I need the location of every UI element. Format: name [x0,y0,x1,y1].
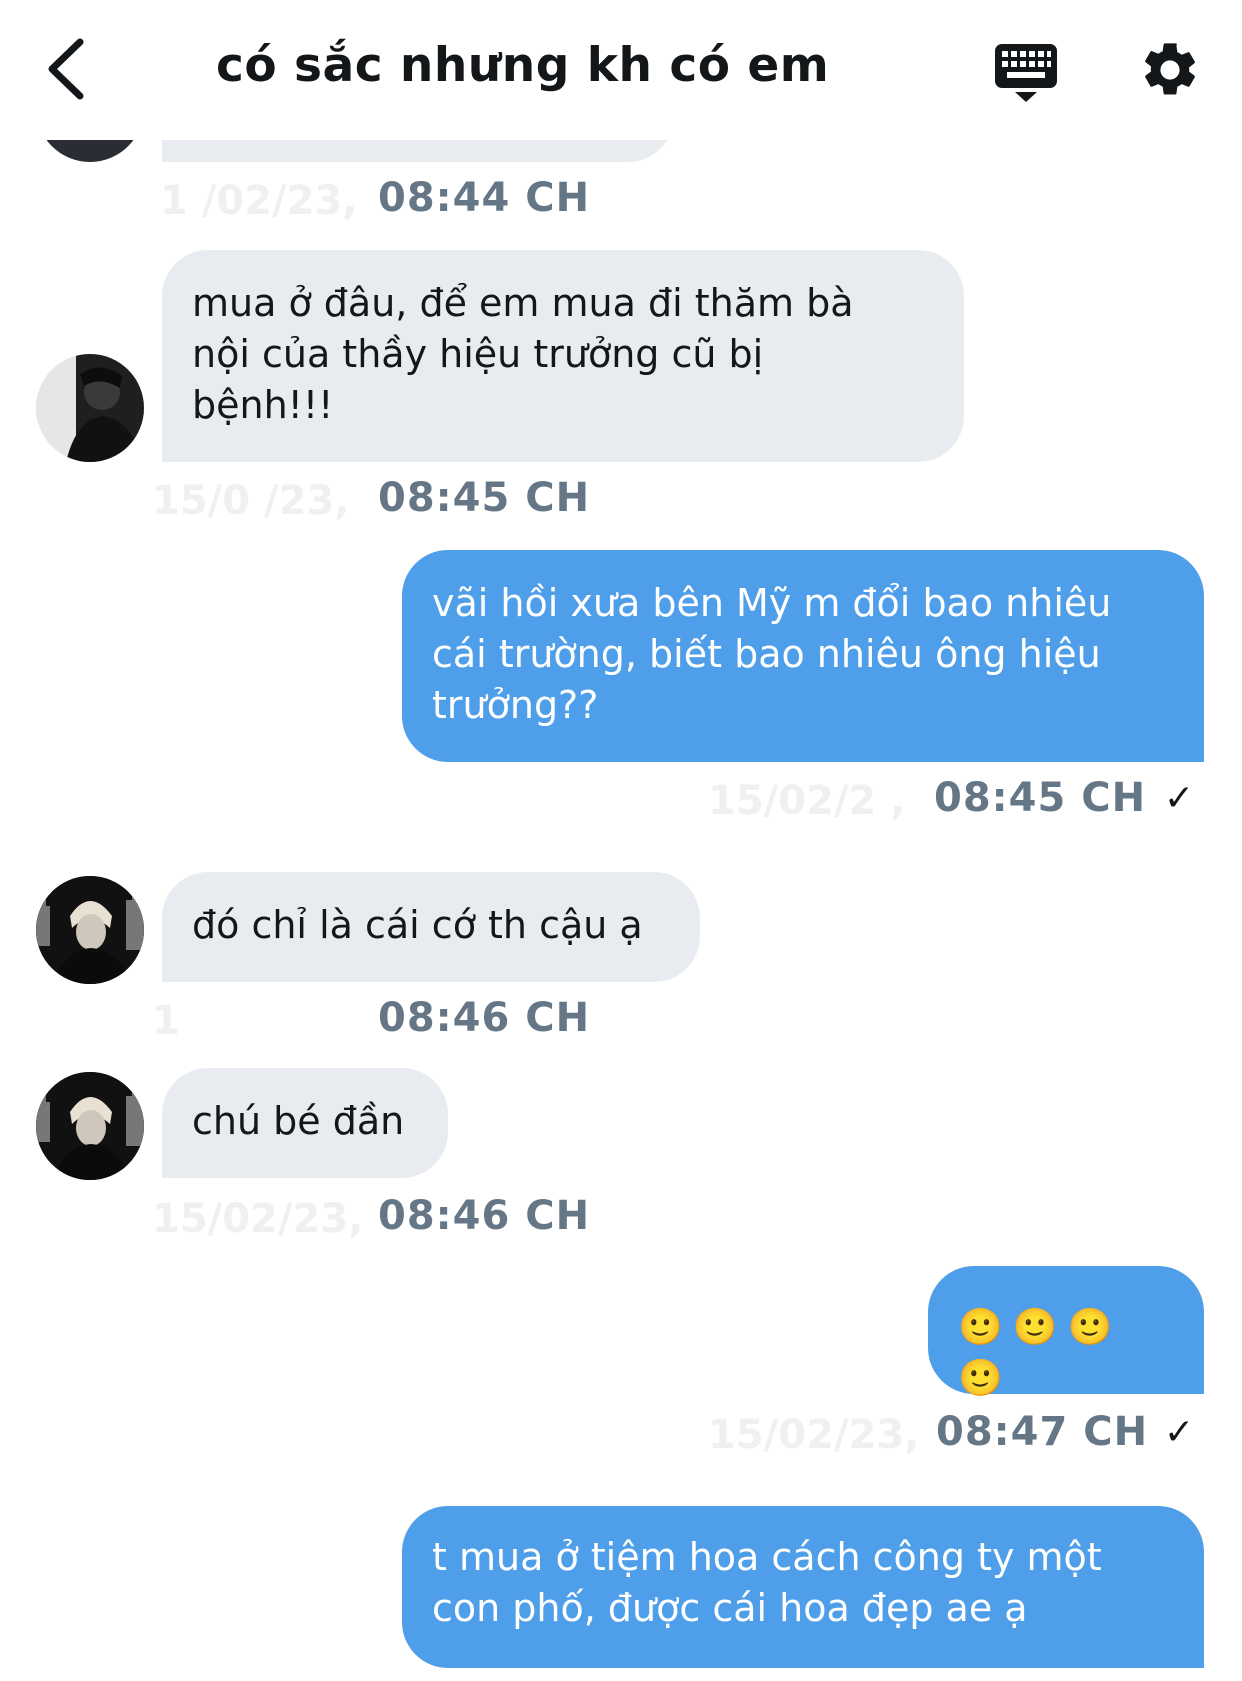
message-date: 1 [152,998,180,1044]
chat-header: có sắc nhưng kh có em [0,0,1242,140]
message-text: chú bé đần [192,1099,405,1143]
message-text: trưởng?? [432,683,599,727]
message-date: 1 /02/23, [160,178,358,224]
message-bubble-sent[interactable]: t mua ở tiệm hoa cách công ty một con ph… [402,1506,1204,1668]
message-date: 15/02/23, [152,1196,364,1242]
message-timestamp: 08:44 CH [378,175,591,221]
message-bubble-received[interactable]: mua ở đâu, để em mua đi thăm bà nội của … [162,250,964,462]
message-timestamp: 08:45 CH [934,775,1147,821]
read-receipt-check: ✓ [1164,778,1195,819]
settings-button[interactable] [1138,38,1202,102]
message-timestamp: 08:46 CH [378,995,591,1041]
message-date: 15/02/23, [708,1412,920,1458]
avatar[interactable] [36,876,144,984]
message-timestamp: 08:47 CH [936,1409,1149,1455]
message-text: con phố, được cái hoa đẹp ae ạ [432,1586,1028,1630]
avatar-photo [36,1072,144,1180]
message-text: đó chỉ là cái cớ th cậu ạ [192,903,643,947]
message-bubble-sent[interactable]: 🙂🙂🙂🙂 [928,1266,1204,1399]
avatar-photo [36,354,144,462]
message-text: mua ở đâu, để em mua đi thăm bà [192,281,854,325]
back-button[interactable] [40,34,100,104]
message-date: 15/0 /23, [152,478,350,524]
message-text: vãi hồi xưa bên Mỹ m đổi bao nhiêu [432,581,1112,625]
avatar[interactable] [36,1072,144,1180]
read-receipt-check: ✓ [1164,1412,1195,1453]
message-date: 15/02/2 , [708,778,906,824]
keyboard-button[interactable] [993,40,1059,106]
gear-icon [1145,43,1195,95]
message-timestamp: 08:45 CH [378,475,591,521]
keyboard-icon [995,44,1057,102]
message-text: nội của thầy hiệu trưởng cũ bị [192,332,764,376]
message-bubble-sent[interactable]: vãi hồi xưa bên Mỹ m đổi bao nhiêu cái t… [402,550,1204,762]
avatar[interactable] [36,354,144,462]
message-text: t mua ở tiệm hoa cách công ty một [432,1535,1102,1579]
chevron-left-icon [48,38,84,100]
message-bubble-received[interactable]: đó chỉ là cái cớ th cậu ạ [162,872,700,982]
message-text: cái trường, biết bao nhiêu ông hiệu [432,632,1101,676]
avatar-photo [36,876,144,984]
message-bubble-received[interactable]: chú bé đần [162,1068,448,1178]
message-text: bệnh!!! [192,383,334,427]
message-timestamp: 08:46 CH [378,1193,591,1239]
chat-title: có sắc nhưng kh có em [216,38,830,93]
message-text: 🙂🙂🙂🙂 [958,1307,1123,1399]
